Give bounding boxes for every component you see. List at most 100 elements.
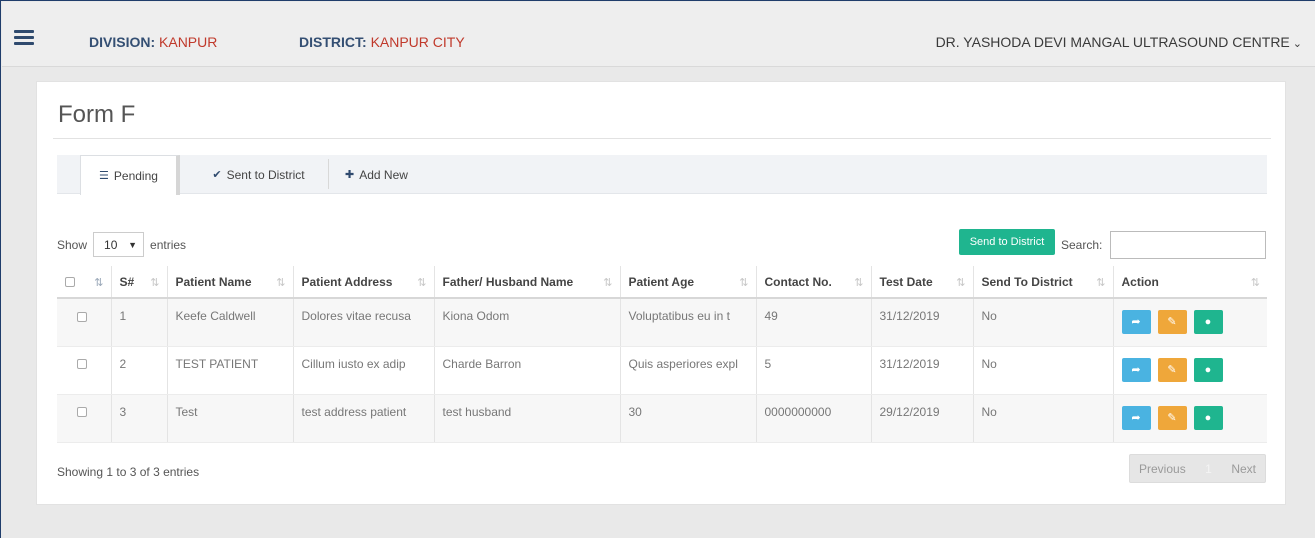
cell-guardian-name: test husband [434, 394, 621, 443]
chevron-down-icon: ⌄ [1292, 38, 1302, 50]
sort-icon: ⇅ [150, 277, 160, 289]
row-checkbox-cell[interactable] [57, 298, 112, 347]
edit-button[interactable]: ✎ [1157, 310, 1187, 334]
col-contact-no[interactable]: Contact No. ⇅ [756, 266, 872, 299]
select-all-header[interactable]: ⇅ [57, 266, 112, 299]
col-patient-address-label: Patient Address [301, 274, 393, 289]
sort-icon: ⇅ [276, 277, 286, 289]
cell-patient-address: Dolores vitae recusa [293, 298, 435, 347]
select-all-checkbox[interactable] [65, 277, 75, 288]
cell-patient-address: test address patient [293, 394, 435, 443]
check-icon: ✔ [212, 169, 222, 181]
col-send-to-district[interactable]: Send To District ⇅ [973, 266, 1114, 299]
send-to-district-button[interactable]: Send to District [959, 229, 1055, 255]
col-patient-name[interactable]: Patient Name ⇅ [167, 266, 294, 299]
row-checkbox[interactable] [77, 407, 87, 418]
entries-select[interactable]: 10 ▼ [93, 232, 145, 257]
sort-asc-icon[interactable]: ⇅ [94, 276, 103, 289]
cell-guardian-name: Charde Barron [434, 346, 621, 395]
edit-button[interactable]: ✎ [1157, 405, 1187, 430]
tab-sent-label: Sent to District [226, 167, 305, 182]
col-sno[interactable]: S# ⇅ [111, 266, 168, 299]
cell-guardian-name: Kiona Odom [434, 298, 621, 347]
list-icon: ☰ [99, 170, 109, 182]
cell-sno: 1 [111, 298, 168, 347]
cell-send-to-district: No [973, 346, 1114, 395]
table-row: 1 Keefe Caldwell Dolores vitae recusa Ki… [57, 298, 1267, 347]
forward-button[interactable]: ➦ [1121, 357, 1151, 382]
division-value: KANPUR [159, 34, 218, 50]
sort-icon: ⇅ [1096, 277, 1106, 289]
tab-pending-label: Pending [113, 168, 158, 183]
cell-send-to-district: No [973, 298, 1114, 347]
sort-icon: ⇅ [854, 277, 864, 289]
cell-patient-age: Voluptatibus eu in t [620, 298, 757, 347]
division-label: DIVISION: [89, 34, 156, 50]
sort-icon: ⇅ [1250, 277, 1260, 289]
division-info: DIVISION: KANPUR [89, 34, 217, 50]
length-control: Show 10 ▼ entries [57, 232, 186, 257]
row-checkbox[interactable] [77, 359, 87, 370]
pencil-icon: ✎ [1167, 363, 1177, 376]
pagination: Previous 1 Next [1129, 454, 1266, 483]
pencil-icon: ✎ [1167, 411, 1177, 424]
col-patient-age-label: Patient Age [628, 274, 695, 289]
col-test-date-label: Test Date [879, 274, 933, 289]
row-checkbox-cell[interactable] [57, 394, 112, 443]
show-label: Show [57, 237, 88, 252]
cell-patient-name: Keefe Caldwell [167, 298, 294, 347]
share-icon: ➦ [1131, 316, 1141, 328]
col-test-date[interactable]: Test Date ⇅ [871, 266, 974, 299]
col-action[interactable]: Action ⇅ [1113, 266, 1267, 299]
page-title: Form F [58, 101, 136, 128]
cell-contact-no: 5 [756, 346, 872, 395]
cell-actions: ➦ ✎ ● [1113, 394, 1267, 443]
search-label: Search: [1061, 238, 1103, 252]
row-checkbox[interactable] [77, 311, 87, 322]
cell-patient-name: Test [167, 394, 294, 443]
forward-button[interactable]: ➦ [1121, 310, 1151, 334]
col-send-to-district-label: Send To District [981, 274, 1073, 289]
app-frame: DIVISION: KANPUR DISTRICT: KANPUR CITY D… [0, 0, 1315, 538]
col-guardian-name[interactable]: Father/ Husband Name ⇅ [434, 266, 621, 299]
edit-button[interactable]: ✎ [1157, 357, 1187, 382]
col-guardian-name-label: Father/ Husband Name [442, 274, 574, 289]
next-button[interactable]: Next [1231, 462, 1256, 476]
col-patient-age[interactable]: Patient Age ⇅ [620, 266, 757, 299]
row-checkbox-cell[interactable] [57, 346, 112, 395]
view-button[interactable]: ● [1193, 310, 1223, 334]
sort-icon: ⇅ [739, 277, 749, 289]
previous-button[interactable]: Previous [1139, 462, 1186, 476]
tab-add-label: Add New [359, 167, 408, 182]
cell-contact-no: 49 [756, 298, 872, 347]
col-patient-address[interactable]: Patient Address ⇅ [293, 266, 435, 299]
tab-pending[interactable]: ☰ Pending [80, 155, 180, 195]
table-row: 2 TEST PATIENT Cillum iusto ex adip Char… [57, 346, 1267, 395]
cell-patient-age: Quis asperiores expl [620, 346, 757, 395]
page-number-button[interactable]: 1 [1205, 462, 1212, 476]
cell-contact-no: 0000000000 [756, 394, 872, 443]
tab-add-new[interactable]: ✚ Add New [329, 155, 424, 194]
form-f-card: Form F ☰ Pending ✔ Sent to District ✚ Ad… [36, 81, 1286, 505]
cell-send-to-district: No [973, 394, 1114, 443]
cell-patient-address: Cillum iusto ex adip [293, 346, 435, 395]
entries-label: entries [150, 237, 187, 252]
menu-icon[interactable] [14, 30, 34, 46]
entries-select-value: 10 [104, 237, 118, 252]
table-info: Showing 1 to 3 of 3 entries [57, 465, 200, 479]
forward-button[interactable]: ➦ [1121, 405, 1151, 430]
share-icon: ➦ [1131, 411, 1141, 424]
centre-dropdown[interactable]: DR. YASHODA DEVI MANGAL ULTRASOUND CENTR… [936, 34, 1302, 50]
cell-test-date: 29/12/2019 [871, 394, 974, 443]
view-button[interactable]: ● [1193, 405, 1223, 430]
district-label: DISTRICT: [299, 34, 367, 50]
cell-patient-name: TEST PATIENT [167, 346, 294, 395]
tab-sent-to-district[interactable]: ✔ Sent to District [188, 155, 329, 194]
eye-icon: ● [1204, 363, 1212, 376]
district-value: KANPUR CITY [370, 34, 465, 50]
plus-icon: ✚ [345, 169, 355, 181]
search-input[interactable] [1110, 231, 1266, 259]
share-icon: ➦ [1131, 363, 1141, 376]
view-button[interactable]: ● [1193, 357, 1223, 382]
col-action-label: Action [1121, 274, 1159, 289]
